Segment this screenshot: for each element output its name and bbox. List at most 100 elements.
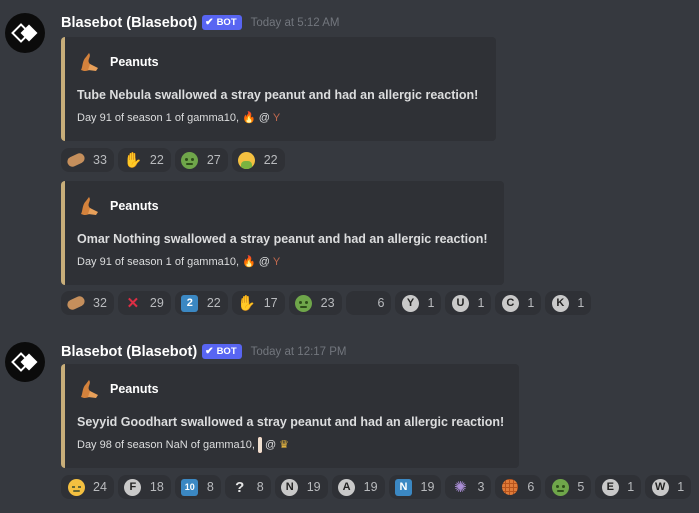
reaction-count: 1 [627, 480, 635, 494]
reaction-count: 1 [527, 296, 535, 310]
reaction[interactable]: U1 [445, 291, 492, 315]
reaction[interactable]: 32 [61, 291, 114, 315]
reaction-count: 27 [206, 153, 221, 167]
reaction[interactable]: F 18 [117, 475, 171, 499]
reaction[interactable]: Y1 [395, 291, 442, 315]
embed-footer: Day 91 of season 1 of gamma10, 🔥 @ Y [77, 255, 281, 269]
reaction-count: 19 [420, 480, 435, 494]
peanut-hand-icon [81, 380, 98, 398]
reaction[interactable]: 5 [545, 475, 592, 499]
verified-check-icon: ✔ [205, 16, 214, 28]
meat-icon [257, 436, 262, 453]
bot-tag: ✔ BOT [202, 343, 242, 359]
peanut-icon [65, 151, 87, 169]
reaction-count: 22 [149, 153, 164, 167]
reaction-count: 19 [363, 480, 378, 494]
reaction[interactable]: W1 [645, 475, 692, 499]
reaction[interactable]: 10 8 [174, 475, 221, 499]
antler-icon: Y [272, 111, 281, 124]
embed-description: Tube Nebula swallowed a stray peanut and… [77, 88, 479, 102]
reaction[interactable]: 33 [61, 148, 114, 172]
reaction-count: 3 [477, 480, 485, 494]
embed-description: Seyyid Goodhart swallowed a stray peanut… [77, 415, 505, 429]
reaction[interactable]: ✋ 22 [117, 148, 171, 172]
reaction[interactable]: 24 [61, 475, 114, 499]
reaction-count: 33 [93, 153, 107, 167]
keycap-2-icon: 2 [181, 294, 199, 312]
reaction-count: 6 [527, 480, 535, 494]
virus-icon: ✺ [454, 478, 467, 496]
reaction[interactable]: K1 [545, 291, 592, 315]
avatar[interactable] [5, 342, 45, 382]
blasebot-logo-icon [11, 352, 38, 372]
cross-mark-icon: ✕ [126, 294, 140, 312]
nauseated-face-icon [181, 151, 199, 169]
reaction-count: 1 [427, 296, 435, 310]
embed-footer-text: Day 91 of season 1 of gamma10, [77, 255, 240, 268]
peanut-icon [65, 294, 87, 312]
reaction-count: 8 [256, 480, 264, 494]
peanut-hand-icon [81, 197, 98, 215]
blasebot-logo-icon [11, 23, 38, 43]
fire-icon: 🔥 [242, 256, 256, 268]
reaction[interactable]: N 19 [388, 475, 442, 499]
author-name[interactable]: Blasebot (Blasebot) [61, 15, 197, 31]
reaction[interactable]: E1 [595, 475, 642, 499]
author-name[interactable]: Blasebot (Blasebot) [61, 344, 197, 360]
reaction-count: 17 [263, 296, 278, 310]
embed-author-name: Peanuts [110, 55, 159, 69]
embed-author-name: Peanuts [110, 199, 159, 213]
reaction-count: 23 [320, 296, 335, 310]
reaction[interactable]: 27 [174, 148, 228, 172]
reaction[interactable]: 6 [495, 475, 542, 499]
reaction[interactable]: 22 [231, 148, 285, 172]
embed-footer-text: Day 98 of season NaN of gamma10, [77, 438, 255, 451]
reaction-count: 6 [377, 296, 385, 310]
embed-footer: Day 91 of season 1 of gamma10, 🔥 @ Y [77, 111, 281, 125]
avatar[interactable] [5, 13, 45, 53]
reaction-count: 19 [306, 480, 321, 494]
embed: Peanuts Omar Nothing swallowed a stray p… [61, 181, 504, 285]
waffle-icon [501, 478, 519, 496]
letter-y-icon: Y [401, 294, 419, 312]
verified-check-icon: ✔ [205, 345, 214, 357]
letter-w-icon: W [651, 478, 669, 496]
reaction[interactable]: 6 [345, 291, 392, 315]
crown-icon: ♛ [279, 439, 289, 451]
reaction[interactable]: C1 [495, 291, 542, 315]
reaction[interactable]: 23 [288, 291, 342, 315]
reaction-count: 32 [93, 296, 107, 310]
reaction[interactable]: N 19 [274, 475, 328, 499]
timestamp[interactable]: Today at 12:17 PM [251, 346, 347, 358]
question-mark-icon: ? [235, 478, 245, 496]
antler-icon: Y [272, 255, 281, 268]
letter-e-icon: E [601, 478, 619, 496]
embed-footer-separator: @ [264, 438, 277, 451]
embed: Peanuts Seyyid Goodhart swallowed a stra… [61, 364, 519, 468]
reaction[interactable]: ✋ 17 [231, 291, 285, 315]
reaction-count: 1 [577, 296, 585, 310]
letter-u-icon: U [451, 294, 469, 312]
reaction-count: 1 [677, 480, 685, 494]
reaction-count: 1 [477, 296, 485, 310]
embed-author-name: Peanuts [110, 382, 159, 396]
letter-a-icon: A [338, 478, 356, 496]
letter-k-icon: K [551, 294, 569, 312]
reaction-count: 5 [577, 480, 585, 494]
peanut-hand-icon: ✋ [123, 151, 143, 169]
reaction[interactable]: ✺ 3 [445, 475, 492, 499]
reaction-bar: 24 F 18 10 8 ? 8 N 19 A 19 N 19 ✺ 3 6 5 E1 W1 [61, 475, 692, 499]
message-header: Blasebot (Blasebot) ✔ BOT Today at 12:17 … [61, 342, 347, 362]
letter-n-icon: N [281, 478, 299, 496]
timestamp[interactable]: Today at 5:12 AM [251, 17, 340, 29]
keycap-n-icon: N [395, 478, 413, 496]
reaction[interactable]: ? 8 [224, 475, 271, 499]
embed-description: Omar Nothing swallowed a stray peanut an… [77, 232, 488, 246]
relieved-face-icon [67, 478, 85, 496]
embed-author: Peanuts [78, 378, 159, 400]
reaction[interactable]: 2 22 [174, 291, 228, 315]
keycap-10-icon: 10 [181, 478, 199, 496]
nauseated-face-icon [295, 294, 313, 312]
reaction[interactable]: A 19 [331, 475, 385, 499]
reaction[interactable]: ✕ 29 [117, 291, 171, 315]
